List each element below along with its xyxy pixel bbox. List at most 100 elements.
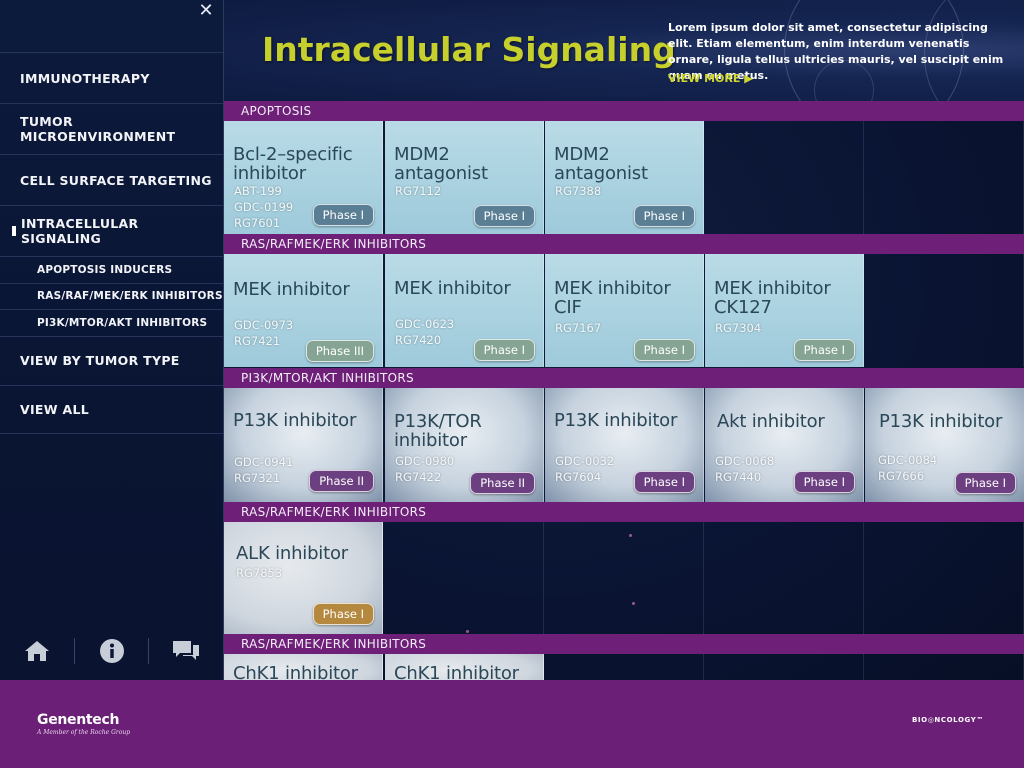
phase-badge[interactable]: Phase I [633,471,695,493]
pipeline-card[interactable]: ChK1 inhibitor [385,654,544,680]
card-code: RG7112 [395,184,442,198]
phase-badge[interactable]: Phase I [473,339,535,361]
section-header-apoptosis: APOPTOSIS [224,101,1024,121]
card-codes: GDC-0068 RG7440 [715,453,774,485]
card-name: P13K/TOR inhibitor [394,411,482,451]
phase-badge[interactable]: Phase I [793,471,855,493]
phase-badge[interactable]: Phase I [473,205,535,227]
card-code: GDC-0084 [878,453,938,467]
pipeline-card[interactable]: Akt inhibitor GDC-0068 RG7440 Phase I [705,388,864,502]
sidebar-item-cell-surface-targeting[interactable]: CELL SURFACE TARGETING [0,154,223,205]
pipeline-card[interactable]: MDM2 antagonist RG7388 Phase I [545,121,704,234]
phase-badge[interactable]: Phase I [633,339,695,361]
empty-slot [545,522,704,634]
card-code: GDC-0199 [234,200,294,214]
sidebar-item-label: TUMOR MICROENVIRONMENT [20,114,176,144]
empty-slot [865,654,1024,680]
view-more-link[interactable]: VIEW MORE ▶ [668,72,753,85]
card-name: ChK1 inhibitor [394,663,519,680]
card-code: RG7666 [878,469,925,483]
card-code: GDC-0623 [395,317,455,331]
phase-badge[interactable]: Phase II [470,472,535,494]
sidebar: ✕ IMMUNOTHERAPY TUMOR MICROENVIRONMENT C… [0,0,224,680]
app-window: ✕ IMMUNOTHERAPY TUMOR MICROENVIRONMENT C… [0,0,1024,768]
pipeline-card[interactable]: ALK inhibitor RG7853 Phase I [224,522,383,634]
card-code: GDC-0973 [234,318,294,332]
pipeline-card[interactable]: P13K inhibitor GDC-0941 RG7321 Phase II [224,388,383,502]
card-codes: RG7112 [395,183,441,199]
card-name: MEK inhibitor [394,278,511,299]
background-sparkle [466,630,469,633]
sidebar-subitem-apoptosis-inducers[interactable]: APOPTOSIS INDUCERS [0,256,223,283]
phase-badge[interactable]: Phase I [633,205,695,227]
pipeline-card[interactable]: MEK inhibitor CIF RG7167 Phase I [545,254,704,367]
home-icon[interactable] [0,633,74,669]
card-name: ALK inhibitor [236,543,348,564]
pipeline-card[interactable]: ChK1 inhibitor [224,654,383,680]
sidebar-toolbar [0,630,223,672]
phase-badge[interactable]: Phase I [954,472,1016,494]
sidebar-item-immunotherapy[interactable]: IMMUNOTHERAPY [0,52,223,103]
card-codes: RG7167 [555,320,601,336]
sidebar-item-intracellular-signaling[interactable]: INTRACELLULAR SIGNALING [0,205,223,256]
phase-badge[interactable]: Phase I [312,603,374,625]
card-name: P13K inhibitor [554,410,678,431]
pipeline-card[interactable]: P13K/TOR inhibitor GDC-0980 RG7422 Phase… [385,388,544,502]
card-codes: GDC-0980 RG7422 [395,453,454,485]
sidebar-item-tumor-microenvironment[interactable]: TUMOR MICROENVIRONMENT [0,103,223,154]
card-code: RG7321 [234,471,281,485]
card-name: MDM2 antagonist [394,144,488,184]
sidebar-subitem-label: PI3K/MTOR/AKT INHIBITORS [37,316,208,329]
phase-badge[interactable]: Phase I [312,204,374,226]
pipeline-card[interactable]: P13K inhibitor GDC-0032 RG7604 Phase I [545,388,704,502]
sidebar-nav: IMMUNOTHERAPY TUMOR MICROENVIRONMENT CEL… [0,52,223,434]
info-icon[interactable] [75,633,149,669]
card-code: GDC-0068 [715,454,775,468]
phase-badge[interactable]: Phase III [305,340,374,362]
empty-slot [385,522,544,634]
pipeline-card[interactable]: MEK inhibitor CK127 RG7304 Phase I [705,254,864,367]
card-name: Akt inhibitor [717,411,825,432]
card-codes: ABT-199 GDC-0199 RG7601 [234,183,293,231]
pipeline-card[interactable]: Bcl-2–specific inhibitor ABT-199 GDC-019… [224,121,383,234]
pipeline-row: MEK inhibitor GDC-0973 RG7421 Phase III … [224,254,1024,367]
pipeline-card[interactable]: MDM2 antagonist RG7112 Phase I [385,121,544,234]
card-codes: GDC-0084 RG7666 [878,452,937,484]
phase-badge[interactable]: Phase I [793,339,855,361]
sidebar-subitem-label: RAS/RAF/MEK/ERK INHIBITORS [37,290,223,303]
sidebar-item-view-all[interactable]: VIEW ALL [0,384,223,434]
card-code: GDC-0980 [395,454,455,468]
pipeline-card[interactable]: MEK inhibitor GDC-0973 RG7421 Phase III [224,254,383,367]
genentech-tagline: A Member of the Roche Group [37,729,131,736]
page-title: Intracellular Signaling [262,30,676,69]
main-panel: Intracellular Signaling Lorem ipsum dolo… [224,0,1024,680]
pipeline-card[interactable]: MEK inhibitor GDC-0623 RG7420 Phase I [385,254,544,367]
sidebar-item-view-by-tumor-type[interactable]: VIEW BY TUMOR TYPE [0,335,223,385]
empty-slot [865,254,1024,367]
pipeline-card[interactable]: P13K inhibitor GDC-0084 RG7666 Phase I [865,388,1024,502]
card-code: RG7440 [715,470,762,484]
card-code: RG7604 [555,470,602,484]
card-code: RG7422 [395,470,442,484]
pipeline-row: ALK inhibitor RG7853 Phase I [224,522,1024,634]
empty-slot [545,654,704,680]
genentech-logo[interactable]: Genentech [37,712,119,728]
biooncology-logo[interactable]: BIO◎NCOLOGY™ [912,716,984,724]
card-code: ABT-199 [234,184,282,198]
card-name: MEK inhibitor CIF [554,278,671,318]
sidebar-subitem-pi3k-mtor-akt[interactable]: PI3K/MTOR/AKT INHIBITORS [0,309,223,336]
card-code: RG7388 [555,184,602,198]
phase-badge[interactable]: Phase II [309,470,374,492]
card-codes: RG7388 [555,183,601,199]
sidebar-subitem-ras-raf-mek-erk[interactable]: RAS/RAF/MEK/ERK INHIBITORS [0,282,223,310]
empty-slot [705,522,864,634]
close-icon[interactable]: ✕ [197,1,215,21]
sidebar-item-label: IMMUNOTHERAPY [20,70,150,86]
card-code: GDC-0032 [555,454,615,468]
sidebar-subitem-label: APOPTOSIS INDUCERS [37,263,173,276]
chat-icon[interactable] [149,633,223,669]
section-header-ras-raf: RAS/RAFMEK/ERK INHIBITORS [224,234,1024,254]
card-codes: GDC-0941 RG7321 [234,454,293,486]
card-name: P13K inhibitor [879,411,1003,432]
card-codes: GDC-0032 RG7604 [555,453,614,485]
